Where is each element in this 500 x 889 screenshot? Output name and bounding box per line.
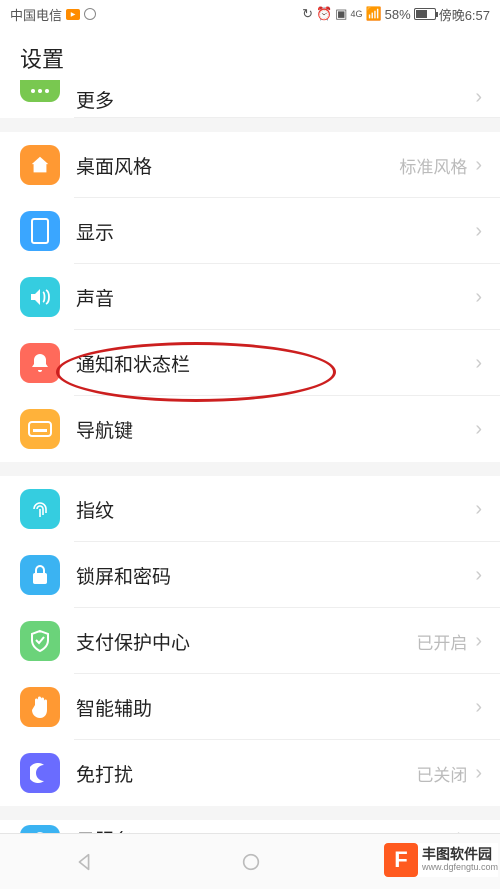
watermark-title: 丰图软件园 — [422, 847, 498, 862]
watermark-url: www.dgfengtu.com — [422, 863, 498, 873]
display-icon — [20, 211, 60, 251]
row-payment-protect[interactable]: 支付保护中心 已开启 › — [0, 608, 500, 674]
chevron-icon: › — [475, 564, 482, 587]
value-pay: 已开启 — [416, 629, 467, 654]
bell-icon — [20, 343, 60, 383]
fingerprint-icon — [20, 489, 60, 529]
watermark-logo: F — [384, 843, 418, 877]
shield-icon — [20, 621, 60, 661]
hand-icon — [20, 687, 60, 727]
row-lock-password[interactable]: 锁屏和密码 › — [0, 542, 500, 608]
section-gap — [0, 806, 500, 820]
nav-back-button[interactable] — [73, 851, 95, 873]
label-fingerprint: 指纹 — [76, 496, 475, 523]
section-gap — [0, 118, 500, 132]
record-icon — [84, 8, 96, 20]
chevron-icon: › — [475, 696, 482, 719]
chevron-icon: › — [475, 220, 482, 243]
value-desktop: 标准风格 — [399, 153, 467, 178]
battery-pct: 58% — [385, 7, 411, 22]
nfc-icon: ▣ — [335, 6, 347, 22]
network-label: 4G — [350, 9, 362, 19]
more-icon — [20, 80, 60, 102]
watermark: F 丰图软件园 www.dgfengtu.com — [384, 843, 498, 877]
sound-icon — [20, 277, 60, 317]
label-sound: 声音 — [76, 284, 475, 311]
chevron-icon: › — [475, 630, 482, 653]
row-more[interactable]: 更多 › — [0, 84, 500, 118]
label-desktop: 桌面风格 — [76, 152, 399, 179]
sync-icon: ↻ — [302, 6, 313, 22]
row-dnd[interactable]: 免打扰 已关闭 › — [0, 740, 500, 806]
play-badge-icon — [66, 9, 80, 20]
lock-icon — [20, 555, 60, 595]
row-desktop-style[interactable]: 桌面风格 标准风格 › — [0, 132, 500, 198]
signal-icon: 📶 — [365, 6, 381, 22]
row-notification-statusbar[interactable]: 通知和状态栏 › — [0, 330, 500, 396]
label-more: 更多 — [76, 86, 475, 113]
carrier-label: 中国电信 — [10, 5, 62, 24]
row-smart-assist[interactable]: 智能辅助 › — [0, 674, 500, 740]
row-display[interactable]: 显示 › — [0, 198, 500, 264]
home-icon — [20, 145, 60, 185]
label-pay: 支付保护中心 — [76, 628, 416, 655]
label-notif: 通知和状态栏 — [76, 350, 475, 377]
battery-icon — [414, 8, 436, 20]
chevron-icon: › — [475, 86, 482, 109]
section-gap — [0, 462, 500, 476]
chevron-icon: › — [475, 498, 482, 521]
alarm-icon: ⏰ — [316, 6, 332, 22]
chevron-icon: › — [475, 418, 482, 441]
settings-list: 更多 › 桌面风格 标准风格 › 显示 › 声音 › 通知和状态栏 › — [0, 84, 500, 858]
time-label: 傍晚6:57 — [439, 5, 490, 24]
label-nav: 导航键 — [76, 416, 475, 443]
page-header: 设置 — [0, 28, 500, 84]
chevron-icon: › — [475, 154, 482, 177]
chevron-icon: › — [475, 286, 482, 309]
label-dnd: 免打扰 — [76, 760, 416, 787]
nav-home-button[interactable] — [240, 851, 262, 873]
row-nav-keys[interactable]: 导航键 › — [0, 396, 500, 462]
chevron-icon: › — [475, 762, 482, 785]
status-bar: 中国电信 ↻ ⏰ ▣ 4G 📶 58% 傍晚6:57 — [0, 0, 500, 28]
nav-keys-icon — [20, 409, 60, 449]
moon-icon — [20, 753, 60, 793]
row-sound[interactable]: 声音 › — [0, 264, 500, 330]
row-fingerprint[interactable]: 指纹 › — [0, 476, 500, 542]
label-lock: 锁屏和密码 — [76, 562, 475, 589]
label-assist: 智能辅助 — [76, 694, 475, 721]
chevron-icon: › — [475, 352, 482, 375]
value-dnd: 已关闭 — [416, 761, 467, 786]
label-display: 显示 — [76, 218, 475, 245]
page-title: 设置 — [20, 42, 480, 74]
